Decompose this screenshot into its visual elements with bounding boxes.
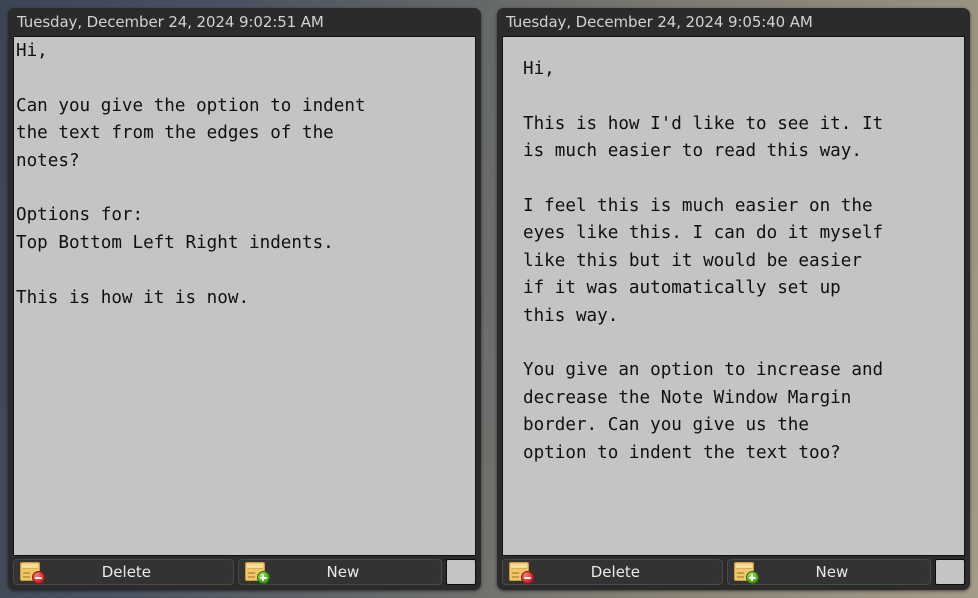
note-plus-icon — [733, 561, 760, 584]
note-body-container-right: Hi, This is how I'd like to see it. It i… — [497, 36, 970, 556]
note-text-area-right[interactable]: Hi, This is how I'd like to see it. It i… — [502, 36, 965, 556]
note-title-bar-right[interactable]: Tuesday, December 24, 2024 9:05:40 AM — [497, 8, 970, 36]
delete-button-label-right: Delete — [590, 563, 641, 581]
new-button-label-right: New — [815, 563, 849, 581]
note-minus-icon — [509, 561, 535, 584]
new-button-left[interactable]: New — [237, 559, 443, 585]
color-swatch-button-right[interactable] — [935, 559, 966, 585]
desktop-background: Tuesday, December 24, 2024 9:02:51 AM Hi… — [0, 0, 978, 598]
note-window-right[interactable]: Tuesday, December 24, 2024 9:05:40 AM Hi… — [497, 8, 970, 590]
note-toolbar-left: Delete New — [8, 556, 481, 590]
note-toolbar-right: Delete New — [497, 556, 970, 590]
delete-button-left[interactable]: Delete — [13, 559, 234, 585]
note-minus-icon — [20, 561, 46, 584]
note-window-left[interactable]: Tuesday, December 24, 2024 9:02:51 AM Hi… — [8, 8, 481, 590]
note-title-bar-left[interactable]: Tuesday, December 24, 2024 9:02:51 AM — [8, 8, 481, 36]
note-plus-icon — [244, 561, 271, 584]
new-button-right[interactable]: New — [726, 559, 932, 585]
delete-button-label-left: Delete — [101, 563, 152, 581]
color-swatch-button-left[interactable] — [446, 559, 477, 585]
delete-button-right[interactable]: Delete — [502, 559, 723, 585]
new-button-label-left: New — [326, 563, 360, 581]
note-text-area-left[interactable]: Hi, Can you give the option to indent th… — [13, 36, 476, 556]
note-body-container-left: Hi, Can you give the option to indent th… — [8, 36, 481, 556]
